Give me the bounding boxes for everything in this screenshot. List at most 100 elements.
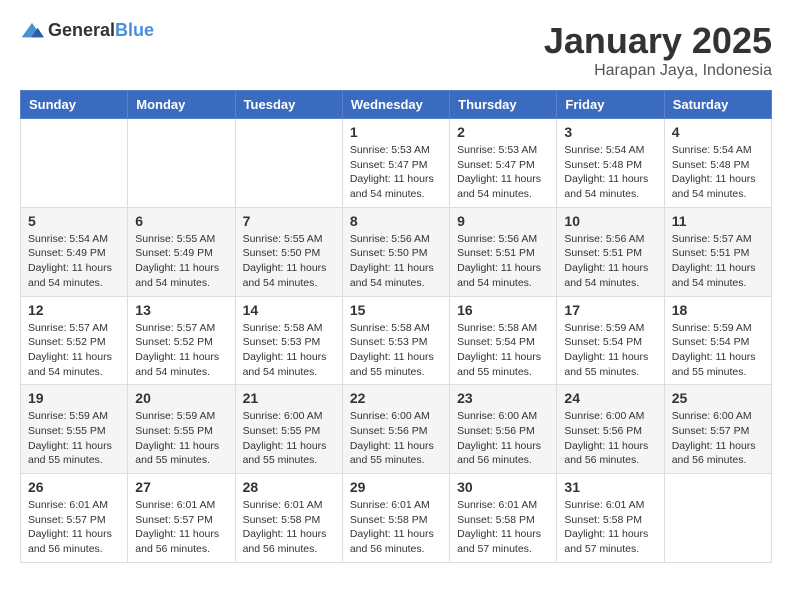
calendar-cell: 12 Sunrise: 5:57 AM Sunset: 5:52 PM Dayli… [21, 296, 128, 385]
day-number: 14 [243, 302, 335, 318]
month-title: January 2025 [544, 20, 772, 62]
day-number: 13 [135, 302, 227, 318]
calendar-cell: 20 Sunrise: 5:59 AM Sunset: 5:55 PM Dayli… [128, 385, 235, 474]
calendar-cell: 6Sunrise: 5:55 AM Sunset: 5:49 PM Daylig… [128, 207, 235, 296]
day-info: Sunrise: 5:59 AM Sunset: 5:55 PM Dayligh… [135, 409, 227, 468]
header-cell-friday: Friday [557, 91, 664, 119]
day-info: Sunrise: 5:56 AM Sunset: 5:51 PM Dayligh… [457, 232, 549, 291]
day-info: Sunrise: 6:01 AM Sunset: 5:58 PM Dayligh… [457, 498, 549, 557]
day-number: 16 [457, 302, 549, 318]
day-number: 10 [564, 213, 656, 229]
calendar-cell: 30Sunrise: 6:01 AM Sunset: 5:58 PM Dayli… [450, 474, 557, 563]
calendar-cell: 3Sunrise: 5:54 AM Sunset: 5:48 PM Daylig… [557, 119, 664, 208]
day-number: 28 [243, 479, 335, 495]
day-number: 25 [672, 390, 764, 406]
calendar-cell: 15 Sunrise: 5:58 AM Sunset: 5:53 PM Dayli… [342, 296, 449, 385]
header-cell-sunday: Sunday [21, 91, 128, 119]
day-info: Sunrise: 6:01 AM Sunset: 5:57 PM Dayligh… [135, 498, 227, 557]
day-info: Sunrise: 5:54 AM Sunset: 5:48 PM Dayligh… [564, 143, 656, 202]
day-info: Sunrise: 5:57 AM Sunset: 5:52 PM Dayligh… [28, 321, 120, 380]
location-title: Harapan Jaya, Indonesia [544, 62, 772, 80]
calendar-cell [235, 119, 342, 208]
day-info: Sunrise: 5:54 AM Sunset: 5:49 PM Dayligh… [28, 232, 120, 291]
day-info: Sunrise: 5:59 AM Sunset: 5:54 PM Dayligh… [564, 321, 656, 380]
header-cell-monday: Monday [128, 91, 235, 119]
calendar-cell: 22 Sunrise: 6:00 AM Sunset: 5:56 PM Dayli… [342, 385, 449, 474]
day-info: Sunrise: 6:01 AM Sunset: 5:58 PM Dayligh… [350, 498, 442, 557]
calendar-cell: 13 Sunrise: 5:57 AM Sunset: 5:52 PM Dayli… [128, 296, 235, 385]
header-row: SundayMondayTuesdayWednesdayThursdayFrid… [21, 91, 772, 119]
calendar-cell: 14Sunrise: 5:58 AM Sunset: 5:53 PM Dayli… [235, 296, 342, 385]
logo: GeneralBlue [20, 20, 154, 41]
day-info: Sunrise: 6:00 AM Sunset: 5:56 PM Dayligh… [564, 409, 656, 468]
header-cell-tuesday: Tuesday [235, 91, 342, 119]
calendar-cell: 17Sunrise: 5:59 AM Sunset: 5:54 PM Dayli… [557, 296, 664, 385]
day-number: 26 [28, 479, 120, 495]
day-number: 15 [350, 302, 442, 318]
day-number: 7 [243, 213, 335, 229]
day-info: Sunrise: 5:53 AM Sunset: 5:47 PM Dayligh… [457, 143, 549, 202]
day-number: 20 [135, 390, 227, 406]
calendar-cell: 18 Sunrise: 5:59 AM Sunset: 5:54 PM Dayli… [664, 296, 771, 385]
week-row-4: 26 Sunrise: 6:01 AM Sunset: 5:57 PM Dayli… [21, 474, 772, 563]
day-number: 22 [350, 390, 442, 406]
day-number: 2 [457, 124, 549, 140]
day-number: 12 [28, 302, 120, 318]
calendar-cell: 29Sunrise: 6:01 AM Sunset: 5:58 PM Dayli… [342, 474, 449, 563]
day-number: 11 [672, 213, 764, 229]
day-number: 21 [243, 390, 335, 406]
day-info: Sunrise: 6:01 AM Sunset: 5:58 PM Dayligh… [243, 498, 335, 557]
week-row-1: 5Sunrise: 5:54 AM Sunset: 5:49 PM Daylig… [21, 207, 772, 296]
day-number: 23 [457, 390, 549, 406]
day-info: Sunrise: 5:53 AM Sunset: 5:47 PM Dayligh… [350, 143, 442, 202]
calendar-cell: 7 Sunrise: 5:55 AM Sunset: 5:50 PM Daylig… [235, 207, 342, 296]
header-cell-thursday: Thursday [450, 91, 557, 119]
day-info: Sunrise: 5:57 AM Sunset: 5:52 PM Dayligh… [135, 321, 227, 380]
week-row-0: 1 Sunrise: 5:53 AM Sunset: 5:47 PM Daylig… [21, 119, 772, 208]
day-info: Sunrise: 5:59 AM Sunset: 5:55 PM Dayligh… [28, 409, 120, 468]
day-info: Sunrise: 6:00 AM Sunset: 5:56 PM Dayligh… [457, 409, 549, 468]
day-number: 18 [672, 302, 764, 318]
day-info: Sunrise: 5:58 AM Sunset: 5:53 PM Dayligh… [350, 321, 442, 380]
logo-general: General [48, 20, 115, 40]
day-info: Sunrise: 6:00 AM Sunset: 5:55 PM Dayligh… [243, 409, 335, 468]
title-area: January 2025 Harapan Jaya, Indonesia [544, 20, 772, 80]
day-info: Sunrise: 5:59 AM Sunset: 5:54 PM Dayligh… [672, 321, 764, 380]
calendar-cell: 8Sunrise: 5:56 AM Sunset: 5:50 PM Daylig… [342, 207, 449, 296]
day-number: 19 [28, 390, 120, 406]
day-number: 6 [135, 213, 227, 229]
calendar-cell: 5Sunrise: 5:54 AM Sunset: 5:49 PM Daylig… [21, 207, 128, 296]
calendar-cell [21, 119, 128, 208]
header: GeneralBlue January 2025 Harapan Jaya, I… [20, 20, 772, 80]
day-number: 27 [135, 479, 227, 495]
calendar-cell: 23 Sunrise: 6:00 AM Sunset: 5:56 PM Dayli… [450, 385, 557, 474]
day-info: Sunrise: 5:58 AM Sunset: 5:54 PM Dayligh… [457, 321, 549, 380]
calendar-cell: 31Sunrise: 6:01 AM Sunset: 5:58 PM Dayli… [557, 474, 664, 563]
calendar-cell: 1 Sunrise: 5:53 AM Sunset: 5:47 PM Daylig… [342, 119, 449, 208]
calendar-cell: 26 Sunrise: 6:01 AM Sunset: 5:57 PM Dayli… [21, 474, 128, 563]
day-number: 1 [350, 124, 442, 140]
logo-blue: Blue [115, 20, 154, 40]
calendar-table: SundayMondayTuesdayWednesdayThursdayFrid… [20, 90, 772, 563]
day-number: 4 [672, 124, 764, 140]
day-number: 31 [564, 479, 656, 495]
day-info: Sunrise: 6:00 AM Sunset: 5:56 PM Dayligh… [350, 409, 442, 468]
calendar-cell: 4Sunrise: 5:54 AM Sunset: 5:48 PM Daylig… [664, 119, 771, 208]
calendar-cell: 9Sunrise: 5:56 AM Sunset: 5:51 PM Daylig… [450, 207, 557, 296]
calendar-cell: 27 Sunrise: 6:01 AM Sunset: 5:57 PM Dayli… [128, 474, 235, 563]
calendar-cell: 11 Sunrise: 5:57 AM Sunset: 5:51 PM Dayli… [664, 207, 771, 296]
calendar-cell: 16 Sunrise: 5:58 AM Sunset: 5:54 PM Dayli… [450, 296, 557, 385]
day-info: Sunrise: 5:55 AM Sunset: 5:50 PM Dayligh… [243, 232, 335, 291]
calendar-cell: 28 Sunrise: 6:01 AM Sunset: 5:58 PM Dayli… [235, 474, 342, 563]
header-cell-wednesday: Wednesday [342, 91, 449, 119]
calendar-cell [664, 474, 771, 563]
calendar-cell: 24 Sunrise: 6:00 AM Sunset: 5:56 PM Dayli… [557, 385, 664, 474]
week-row-2: 12 Sunrise: 5:57 AM Sunset: 5:52 PM Dayli… [21, 296, 772, 385]
day-info: Sunrise: 6:01 AM Sunset: 5:57 PM Dayligh… [28, 498, 120, 557]
day-info: Sunrise: 5:57 AM Sunset: 5:51 PM Dayligh… [672, 232, 764, 291]
day-info: Sunrise: 5:56 AM Sunset: 5:50 PM Dayligh… [350, 232, 442, 291]
day-number: 24 [564, 390, 656, 406]
calendar-cell: 2 Sunrise: 5:53 AM Sunset: 5:47 PM Daylig… [450, 119, 557, 208]
calendar-cell: 10Sunrise: 5:56 AM Sunset: 5:51 PM Dayli… [557, 207, 664, 296]
calendar-cell: 21 Sunrise: 6:00 AM Sunset: 5:55 PM Dayli… [235, 385, 342, 474]
